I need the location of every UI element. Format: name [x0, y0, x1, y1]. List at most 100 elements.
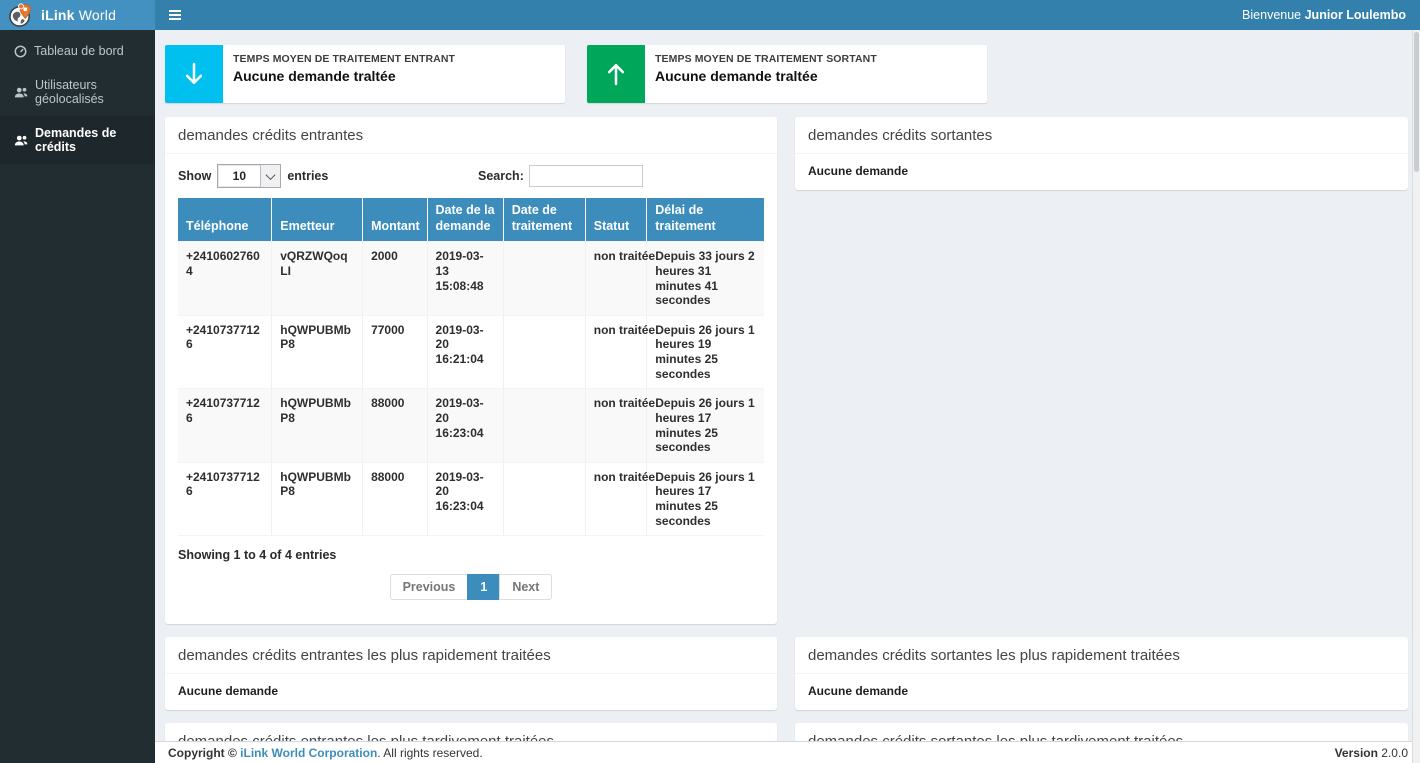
chevron-down-icon — [260, 165, 280, 187]
search-input[interactable] — [529, 165, 643, 187]
footer: Copyright © iLink World Corporation. All… — [155, 741, 1420, 763]
panel-title: demandes crédits entrantes les plus rapi… — [165, 637, 777, 674]
show-label: Show — [178, 169, 211, 183]
table-row: +24107377126 hQWPUBMbP8 88000 2019-03-20… — [178, 462, 764, 536]
table-row: +24107377126 hQWPUBMbP8 88000 2019-03-20… — [178, 389, 764, 463]
brand-link[interactable]: iLink World — [0, 0, 155, 30]
page-1-button[interactable]: 1 — [467, 574, 500, 600]
panel-body: Aucune demande — [795, 674, 1408, 710]
sidebar-link-demandes-de-credits[interactable]: Demandes de crédits — [0, 116, 155, 164]
cell-telephone: +24107377126 — [178, 462, 272, 536]
cell-emetteur: hQWPUBMbP8 — [272, 462, 363, 536]
panel-demandes-sortantes: demandes crédits sortantes Aucune demand… — [795, 117, 1408, 190]
cell-emetteur: hQWPUBMbP8 — [272, 389, 363, 463]
stat-title: TEMPS MOYEN DE TRAITEMENT SORTANT — [655, 53, 877, 65]
stat-row: TEMPS MOYEN DE TRAITEMENT ENTRANT Aucune… — [165, 45, 1408, 103]
sidebar-menu: Tableau de bord Utilisateurs géolocalisé… — [0, 30, 155, 164]
panel-sortantes-rapidement: demandes crédits sortantes les plus rapi… — [795, 637, 1408, 710]
sidebar-link-utilisateurs-geolocalises[interactable]: Utilisateurs géolocalisés — [0, 68, 155, 116]
panel-body: Aucune demande — [795, 154, 1408, 190]
panel-title: demandes crédits entrantes les plus tard… — [165, 723, 777, 741]
users-icon — [14, 86, 28, 99]
cell-statut: non traitée — [585, 462, 647, 536]
cell-statut: non traitée — [585, 242, 647, 316]
panel-body: Aucune demande — [165, 674, 777, 710]
cell-montant: 2000 — [363, 242, 427, 316]
next-page-button[interactable]: Next — [499, 574, 552, 600]
panel-entrantes-rapidement: demandes crédits entrantes les plus rapi… — [165, 637, 777, 710]
vertical-scrollbar[interactable] — [1412, 30, 1420, 763]
top-navbar: iLink World Bienvenue Junior Loulembo — [0, 0, 1420, 30]
cell-telephone: +24107377126 — [178, 315, 272, 389]
stat-content: TEMPS MOYEN DE TRAITEMENT SORTANT Aucune… — [645, 45, 887, 103]
entries-label: entries — [287, 169, 328, 183]
cell-date-demande: 2019-03-20 16:23:04 — [427, 389, 503, 463]
users-icon — [14, 134, 28, 147]
cell-delai: Depuis 26 jours 1 heures 19 minutes 25 s… — [647, 315, 764, 389]
pagination: Previous 1 Next — [178, 574, 764, 600]
table-header-row: Téléphone Emetteur Montant Date de la de… — [178, 198, 764, 242]
datatable-controls: Show 10 entries Search: — [178, 164, 764, 188]
stat-title: TEMPS MOYEN DE TRAITEMENT ENTRANT — [233, 53, 455, 65]
scrollbar-thumb[interactable] — [1414, 32, 1419, 172]
cell-montant: 77000 — [363, 315, 427, 389]
empty-message: Aucune demande — [178, 684, 764, 698]
sidebar-toggle-icon[interactable] — [157, 0, 193, 30]
cell-montant: 88000 — [363, 462, 427, 536]
table-info-text: Showing 1 to 4 of 4 entries — [178, 548, 764, 562]
panel-entrantes-tardivement: demandes crédits entrantes les plus tard… — [165, 723, 777, 741]
sidebar: Tableau de bord Utilisateurs géolocalisé… — [0, 30, 155, 763]
sidebar-label: Demandes de crédits — [35, 126, 151, 154]
cell-montant: 88000 — [363, 389, 427, 463]
dashboard-icon — [14, 45, 27, 58]
panel-title: demandes crédits sortantes — [795, 117, 1408, 154]
column-header-delai[interactable]: Délai de traitement — [647, 198, 764, 242]
cell-emetteur: hQWPUBMbP8 — [272, 315, 363, 389]
search-control: Search: — [464, 165, 764, 187]
arrow-down-icon — [165, 45, 223, 103]
sidebar-item-tableau-de-bord: Tableau de bord — [0, 34, 155, 68]
stat-value: Aucune demande traltée — [233, 68, 455, 84]
sidebar-link-tableau-de-bord[interactable]: Tableau de bord — [0, 34, 155, 68]
cell-telephone: +24106027604 — [178, 242, 272, 316]
table-row: +24107377126 hQWPUBMbP8 77000 2019-03-20… — [178, 315, 764, 389]
cell-date-traitement — [503, 315, 585, 389]
cell-statut: non traitée — [585, 315, 647, 389]
stat-value: Aucune demande traltée — [655, 68, 877, 84]
sidebar-label: Tableau de bord — [34, 44, 124, 58]
panel-body: Show 10 entries Search: — [165, 154, 777, 624]
page-length-control: Show 10 entries — [178, 164, 464, 188]
column-header-telephone[interactable]: Téléphone — [178, 198, 272, 242]
version-text: Version 2.0.0 — [1335, 746, 1408, 760]
cell-delai: Depuis 26 jours 1 heures 17 minutes 25 s… — [647, 389, 764, 463]
app-logo-icon — [8, 3, 33, 28]
cell-date-traitement — [503, 462, 585, 536]
cell-delai: Depuis 26 jours 1 heures 17 minutes 25 s… — [647, 462, 764, 536]
cell-telephone: +24107377126 — [178, 389, 272, 463]
cell-delai: Depuis 33 jours 2 heures 31 minutes 41 s… — [647, 242, 764, 316]
arrow-up-icon — [587, 45, 645, 103]
cell-date-traitement — [503, 242, 585, 316]
stat-content: TEMPS MOYEN DE TRAITEMENT ENTRANT Aucune… — [223, 45, 465, 103]
column-header-montant[interactable]: Montant — [363, 198, 427, 242]
demandes-entrantes-table: Téléphone Emetteur Montant Date de la de… — [178, 198, 764, 536]
cell-date-demande: 2019-03-20 16:23:04 — [427, 462, 503, 536]
page-length-select[interactable]: 10 — [217, 164, 281, 188]
cell-statut: non traitée — [585, 389, 647, 463]
column-header-statut[interactable]: Statut — [585, 198, 647, 242]
previous-page-button[interactable]: Previous — [390, 574, 469, 600]
column-header-date-traitement[interactable]: Date de traitement — [503, 198, 585, 242]
sidebar-item-demandes-de-credits: Demandes de crédits — [0, 116, 155, 164]
corporation-link[interactable]: iLink World Corporation — [240, 746, 377, 760]
welcome-text: Bienvenue Junior Loulembo — [1242, 8, 1420, 22]
panel-demandes-entrantes: demandes crédits entrantes Show 10 entri… — [165, 117, 777, 624]
panel-title: demandes crédits sortantes les plus tard… — [795, 723, 1408, 741]
column-header-emetteur[interactable]: Emetteur — [272, 198, 363, 242]
column-header-date-demande[interactable]: Date de la demande — [427, 198, 503, 242]
copyright-text: Copyright © iLink World Corporation. All… — [168, 746, 483, 760]
empty-message: Aucune demande — [808, 684, 1395, 698]
cell-date-traitement — [503, 389, 585, 463]
main-content: TEMPS MOYEN DE TRAITEMENT ENTRANT Aucune… — [155, 30, 1420, 741]
empty-message: Aucune demande — [808, 164, 1395, 178]
cell-date-demande: 2019-03-20 16:21:04 — [427, 315, 503, 389]
